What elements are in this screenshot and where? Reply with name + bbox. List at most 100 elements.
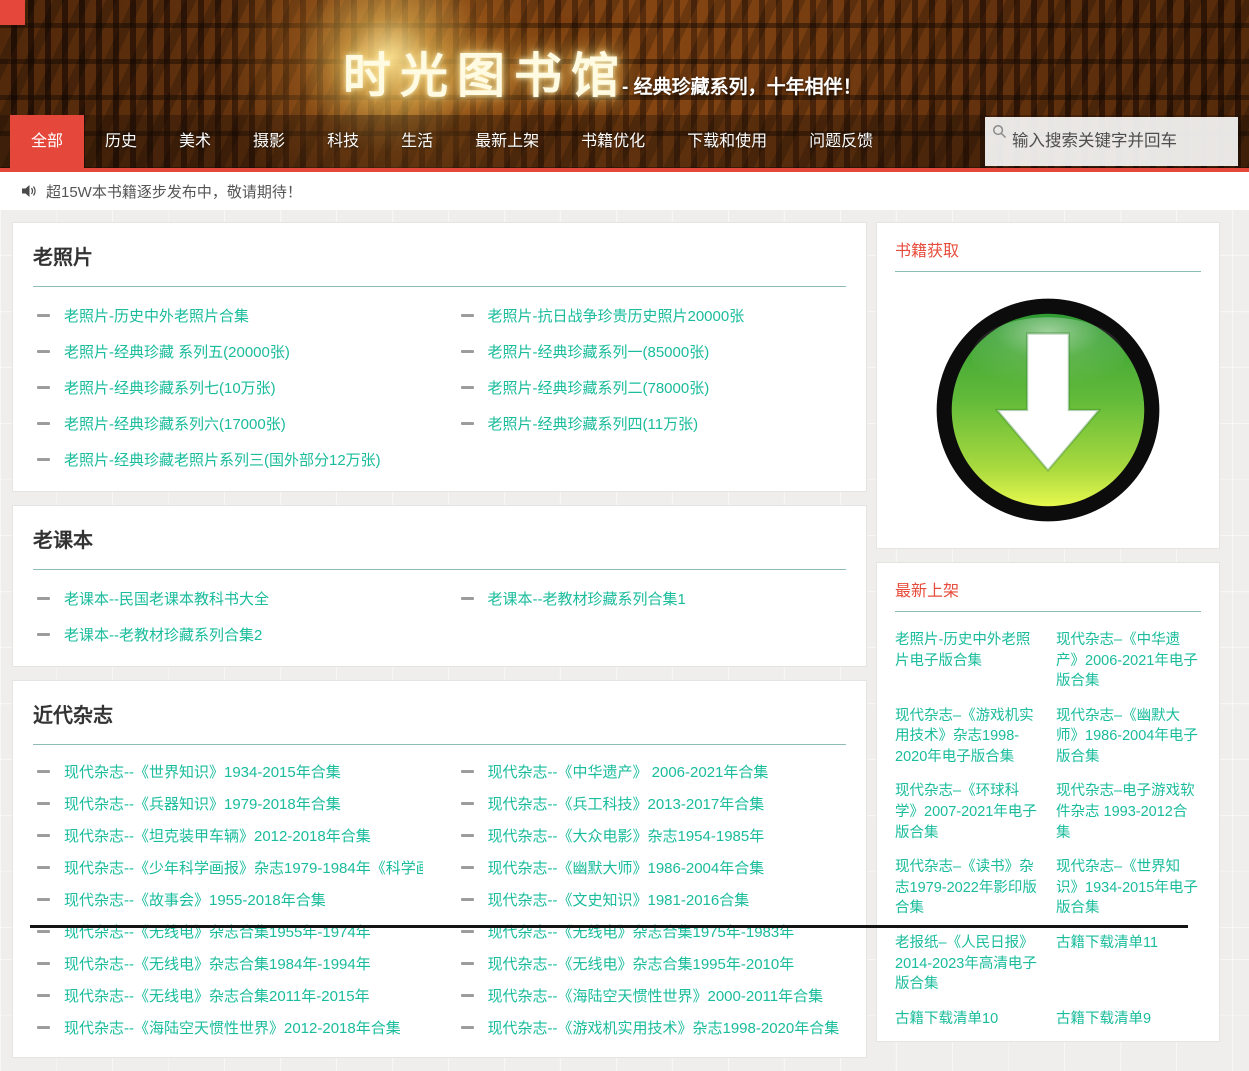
- main-column: 老照片 老照片-历史中外老照片合集 老照片-经典珍藏 系列五(20000张) 老…: [12, 222, 867, 1071]
- section-rule: [33, 744, 846, 745]
- latest-link[interactable]: 现代杂志–《环球科学》2007-2021年电子版合集: [895, 781, 1040, 843]
- list-item: 现代杂志--《无线电》杂志合集2011年-2015年: [33, 979, 423, 1011]
- book-link[interactable]: 老照片-经典珍藏系列六(17000张): [64, 413, 286, 434]
- book-link[interactable]: 现代杂志--《兵器知识》1979-2018年合集: [64, 793, 341, 814]
- book-link[interactable]: 现代杂志--《大众电影》杂志1954-1985年: [488, 825, 765, 846]
- list-item: 老课本--老教材珍藏系列合集1: [457, 580, 847, 616]
- book-link[interactable]: 现代杂志--《无线电》杂志合集1975年-1983年: [488, 921, 795, 942]
- latest-link[interactable]: 老照片-历史中外老照片电子版合集: [895, 630, 1040, 692]
- nav-item[interactable]: 生活: [380, 115, 454, 168]
- book-link[interactable]: 老照片-经典珍藏 系列五(20000张): [64, 341, 290, 362]
- list-item: 老照片-经典珍藏 系列五(20000张): [33, 333, 423, 369]
- book-link[interactable]: 现代杂志--《无线电》杂志合集1995年-2010年: [488, 953, 795, 974]
- book-link[interactable]: 老照片-抗日战争珍贵历史照片20000张: [488, 305, 745, 326]
- book-link[interactable]: 现代杂志--《兵工科技》2013-2017年合集: [488, 793, 765, 814]
- dash-icon: [37, 770, 50, 773]
- section-rule: [33, 569, 846, 570]
- book-link[interactable]: 现代杂志--《坦克装甲车辆》2012-2018年合集: [64, 825, 371, 846]
- nav-item[interactable]: 摄影: [232, 115, 306, 168]
- latest-link[interactable]: 古籍下载清单9: [1056, 1009, 1201, 1030]
- search-box: [985, 117, 1238, 166]
- nav-item[interactable]: 科技: [306, 115, 380, 168]
- latest-link[interactable]: 古籍下载清单10: [895, 1009, 1040, 1030]
- nav-item[interactable]: 下载和使用: [666, 115, 788, 168]
- book-link[interactable]: 老照片-经典珍藏系列七(10万张): [64, 377, 276, 398]
- list-item: 现代杂志--《海陆空天惯性世界》2012-2018年合集: [33, 1011, 423, 1043]
- dash-icon: [461, 802, 474, 805]
- dash-icon: [37, 802, 50, 805]
- list-item: 现代杂志--《坦克装甲车辆》2012-2018年合集: [33, 819, 423, 851]
- latest-link[interactable]: 现代杂志–《中华遗产》2006-2021年电子版合集: [1056, 630, 1201, 692]
- latest-link[interactable]: 现代杂志–《读书》杂志1979-2022年影印版合集: [895, 857, 1040, 919]
- dash-icon: [461, 770, 474, 773]
- latest-link[interactable]: 现代杂志–电子游戏软件杂志 1993-2012合集: [1056, 781, 1201, 843]
- dash-icon: [37, 597, 50, 600]
- dash-icon: [37, 1026, 50, 1029]
- dash-icon: [37, 314, 50, 317]
- book-link[interactable]: 老照片-经典珍藏系列四(11万张): [488, 413, 699, 434]
- dash-icon: [37, 458, 50, 461]
- book-link[interactable]: 现代杂志--《无线电》杂志合集1955年-1974年: [64, 921, 371, 942]
- link-list: 老课本--民国老课本教科书大全 老课本--老教材珍藏系列合集2 老课本--老教材…: [33, 580, 846, 652]
- nav-item[interactable]: 美术: [158, 115, 232, 168]
- list-item: 现代杂志--《大众电影》杂志1954-1985年: [457, 819, 847, 851]
- book-link[interactable]: 老课本--老教材珍藏系列合集1: [488, 588, 686, 609]
- nav-item[interactable]: 书籍优化: [560, 115, 666, 168]
- download-card-rule: [895, 271, 1201, 272]
- dash-icon: [461, 834, 474, 837]
- latest-link[interactable]: 古籍下载清单11: [1056, 933, 1201, 995]
- list-item: 现代杂志--《少年科学画报》杂志1979-1984年《科学画报》: [33, 851, 423, 883]
- nav-item[interactable]: 最新上架: [454, 115, 560, 168]
- book-link[interactable]: 现代杂志--《故事会》1955-2018年合集: [64, 889, 326, 910]
- download-card: 书籍获取: [876, 222, 1220, 549]
- dash-icon: [37, 422, 50, 425]
- section-card: 老照片 老照片-历史中外老照片合集 老照片-经典珍藏 系列五(20000张) 老…: [12, 222, 867, 492]
- header-banner: 时光图书馆 - 经典珍藏系列，十年相伴！ 全部历史美术摄影科技生活最新上架书籍优…: [0, 0, 1249, 172]
- download-card-title: 书籍获取: [895, 237, 1201, 261]
- latest-link[interactable]: 老报纸–《人民日报》2014-2023年高清电子版合集: [895, 933, 1040, 995]
- list-item: 老照片-经典珍藏老照片系列三(国外部分12万张): [33, 441, 423, 477]
- download-arrow-icon[interactable]: [932, 294, 1164, 526]
- book-link[interactable]: 现代杂志--《海陆空天惯性世界》2000-2011年合集: [488, 985, 824, 1006]
- link-list: 现代杂志--《世界知识》1934-2015年合集 现代杂志--《兵器知识》197…: [33, 755, 846, 1043]
- dash-icon: [37, 834, 50, 837]
- dash-icon: [461, 422, 474, 425]
- book-link[interactable]: 现代杂志--《文史知识》1981-2016合集: [488, 889, 750, 910]
- book-link[interactable]: 现代杂志--《无线电》杂志合集2011年-2015年: [64, 985, 370, 1006]
- dash-icon: [37, 633, 50, 636]
- latest-card-rule: [895, 611, 1201, 612]
- search-input[interactable]: [985, 117, 1238, 166]
- book-link[interactable]: 老照片-经典珍藏老照片系列三(国外部分12万张): [64, 449, 381, 470]
- book-link[interactable]: 老照片-经典珍藏系列二(78000张): [488, 377, 710, 398]
- book-link[interactable]: 现代杂志--《游戏机实用技术》杂志1998-2020年合集: [488, 1017, 840, 1038]
- list-item: 现代杂志--《幽默大师》1986-2004年合集: [457, 851, 847, 883]
- list-item: 老照片-抗日战争珍贵历史照片20000张: [457, 297, 847, 333]
- latest-card-title: 最新上架: [895, 577, 1201, 601]
- link-list: 老照片-历史中外老照片合集 老照片-经典珍藏 系列五(20000张) 老照片-经…: [33, 297, 846, 477]
- latest-link[interactable]: 现代杂志–《世界知识》1934-2015年电子版合集: [1056, 857, 1201, 919]
- latest-link[interactable]: 现代杂志–《游戏机实用技术》杂志1998-2020年电子版合集: [895, 706, 1040, 768]
- book-link[interactable]: 老课本--老教材珍藏系列合集2: [64, 624, 262, 645]
- latest-link[interactable]: 现代杂志–《幽默大师》1986-2004年电子版合集: [1056, 706, 1201, 768]
- book-link[interactable]: 老照片-历史中外老照片合集: [64, 305, 249, 326]
- list-item: 老照片-经典珍藏系列六(17000张): [33, 405, 423, 441]
- book-link[interactable]: 老课本--民国老课本教科书大全: [64, 588, 269, 609]
- book-link[interactable]: 现代杂志--《无线电》杂志合集1984年-1994年: [64, 953, 371, 974]
- book-link[interactable]: 现代杂志--《海陆空天惯性世界》2012-2018年合集: [64, 1017, 401, 1038]
- nav-item[interactable]: 问题反馈: [788, 115, 894, 168]
- book-link[interactable]: 现代杂志--《少年科学画报》杂志1979-1984年《科学画报》: [64, 857, 423, 878]
- book-link[interactable]: 老照片-经典珍藏系列一(85000张): [488, 341, 710, 362]
- book-link[interactable]: 现代杂志--《世界知识》1934-2015年合集: [64, 761, 341, 782]
- list-item: 老照片-经典珍藏系列二(78000张): [457, 369, 847, 405]
- section-card: 老课本 老课本--民国老课本教科书大全 老课本--老教材珍藏系列合集2 老课本-…: [12, 505, 867, 667]
- nav-item[interactable]: 全部: [10, 115, 84, 168]
- book-link[interactable]: 现代杂志--《中华遗产》 2006-2021年合集: [488, 761, 769, 782]
- dash-icon: [461, 962, 474, 965]
- corner-badge: [0, 0, 25, 25]
- section-title: 老课本: [33, 524, 846, 553]
- list-item: 现代杂志--《文史知识》1981-2016合集: [457, 883, 847, 915]
- book-link[interactable]: 现代杂志--《幽默大师》1986-2004年合集: [488, 857, 765, 878]
- site-title: 时光图书馆: [343, 36, 628, 106]
- nav-item[interactable]: 历史: [84, 115, 158, 168]
- latest-grid: 老照片-历史中外老照片电子版合集现代杂志–《中华遗产》2006-2021年电子版…: [895, 622, 1201, 1029]
